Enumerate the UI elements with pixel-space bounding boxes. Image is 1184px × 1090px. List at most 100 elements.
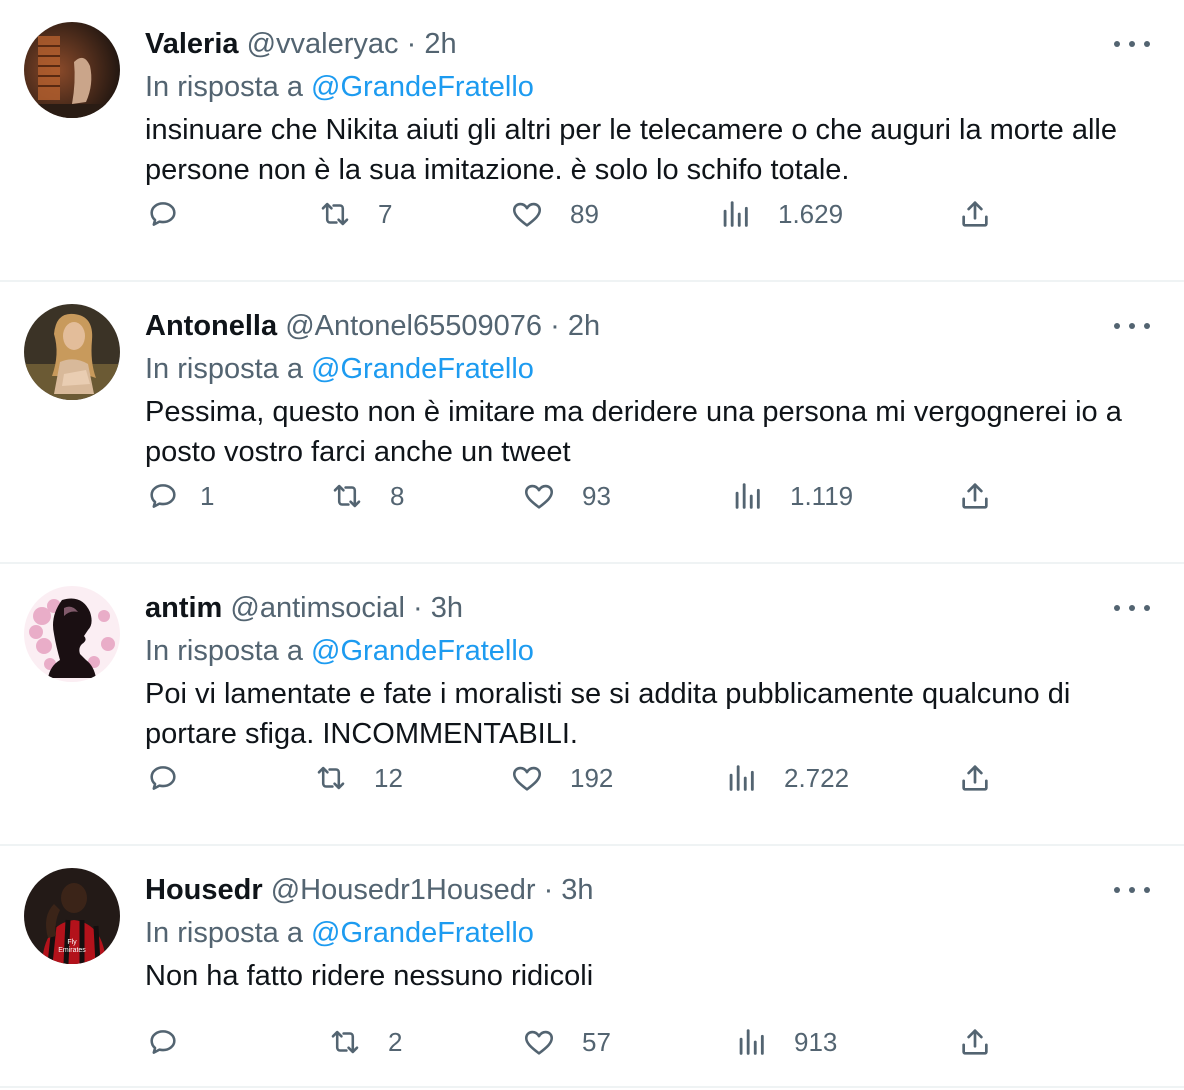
- tweet-header: Valeria @vvaleryac · 2h: [145, 24, 457, 64]
- like-button[interactable]: 57: [522, 1018, 611, 1066]
- heart-icon: [524, 1030, 554, 1055]
- reply-prefix: In risposta a: [145, 635, 303, 667]
- heart-icon: [524, 484, 554, 509]
- retweet-icon: [331, 1030, 359, 1054]
- display-name[interactable]: Antonella: [145, 310, 277, 342]
- reply-to-link[interactable]: @GrandeFratello: [311, 353, 534, 385]
- avatar-image: [24, 22, 120, 118]
- reply-icon: [150, 1030, 176, 1054]
- retweet-icon: [317, 766, 345, 790]
- views-button[interactable]: 2.722: [724, 754, 849, 802]
- reply-button[interactable]: 1: [146, 472, 214, 520]
- like-count: 93: [582, 480, 611, 511]
- reply-prefix: In risposta a: [145, 71, 303, 103]
- like-button[interactable]: 192: [510, 754, 613, 802]
- view-count: 1.119: [790, 480, 854, 511]
- reply-feed: Valeria @vvaleryac · 2h In risposta a @G…: [0, 0, 1184, 1090]
- more-options-icon[interactable]: [1114, 880, 1150, 900]
- retweet-button[interactable]: 7: [318, 190, 392, 238]
- tweet[interactable]: Valeria @vvaleryac · 2h In risposta a @G…: [0, 0, 1184, 282]
- view-count: 2.722: [784, 762, 850, 793]
- reply-context: In risposta a @GrandeFratello: [145, 66, 534, 108]
- tweet[interactable]: Antonella @Antonel65509076 · 2h In rispo…: [0, 282, 1184, 564]
- retweet-button[interactable]: 8: [330, 472, 404, 520]
- more-options-icon[interactable]: [1114, 34, 1150, 54]
- display-name[interactable]: Valeria: [145, 28, 239, 60]
- tweet-actions: 12 192 2.722: [0, 754, 1184, 802]
- views-button[interactable]: 1.629: [718, 190, 843, 238]
- avatar-image: Fly Emirates: [24, 868, 120, 964]
- tweet-actions: 7 89 1.629: [0, 190, 1184, 238]
- tweet-header: antim @antimsocial · 3h: [145, 588, 463, 628]
- display-name[interactable]: antim: [145, 592, 222, 624]
- reply-context: In risposta a @GrandeFratello: [145, 348, 534, 390]
- share-button[interactable]: [958, 190, 992, 238]
- tweet-text: Non ha fatto ridere nessuno ridicoli: [145, 960, 594, 992]
- views-icon: [739, 1029, 764, 1055]
- retweet-button[interactable]: 2: [328, 1018, 402, 1066]
- user-handle[interactable]: @Antonel65509076: [285, 310, 542, 342]
- reply-button[interactable]: [146, 754, 206, 802]
- reply-button[interactable]: [146, 1018, 206, 1066]
- reply-prefix: In risposta a: [145, 917, 303, 949]
- display-name[interactable]: Housedr: [145, 874, 263, 906]
- avatar[interactable]: [24, 304, 120, 400]
- views-button[interactable]: 1.119: [730, 472, 853, 520]
- more-options-icon[interactable]: [1114, 316, 1150, 336]
- separator-dot: ·: [550, 310, 560, 342]
- avatar-image: [24, 304, 120, 400]
- share-button[interactable]: [958, 754, 992, 802]
- reply-icon: [150, 766, 176, 790]
- share-button[interactable]: [958, 1018, 992, 1066]
- user-handle[interactable]: @Housedr1Housedr: [271, 874, 536, 906]
- more-options-icon[interactable]: [1114, 598, 1150, 618]
- retweet-count: 7: [378, 198, 393, 229]
- like-button[interactable]: 89: [510, 190, 599, 238]
- separator-dot: ·: [543, 874, 554, 906]
- reply-to-link[interactable]: @GrandeFratello: [311, 635, 534, 667]
- reply-context: In risposta a @GrandeFratello: [145, 630, 534, 672]
- shirt-sponsor-logo: Fly: [67, 939, 77, 946]
- tweet[interactable]: Fly Emirates Housedr @Housedr1Housedr · …: [0, 846, 1184, 1090]
- timestamp[interactable]: 3h: [561, 874, 593, 906]
- reply-icon: [150, 202, 176, 226]
- views-icon: [723, 201, 748, 227]
- views-button[interactable]: 913: [734, 1018, 837, 1066]
- reply-button[interactable]: [146, 190, 206, 238]
- timestamp[interactable]: 3h: [431, 592, 463, 624]
- user-handle[interactable]: @vvaleryac: [247, 28, 399, 60]
- avatar[interactable]: [24, 22, 120, 118]
- reply-prefix: In risposta a: [145, 353, 303, 385]
- heart-icon: [512, 202, 542, 227]
- tweet-text: Pessima, questo non è imitare ma derider…: [145, 396, 1122, 468]
- retweet-button[interactable]: 12: [314, 754, 403, 802]
- separator-dot: ·: [412, 592, 423, 624]
- avatar[interactable]: [24, 586, 120, 682]
- share-icon: [962, 201, 988, 227]
- retweet-icon: [333, 484, 361, 508]
- share-icon: [962, 765, 988, 791]
- separator-dot: ·: [406, 28, 417, 60]
- like-count: 57: [582, 1026, 611, 1057]
- tweet-actions: 1 8 93 1.119: [0, 472, 1184, 520]
- view-count: 1.629: [778, 198, 844, 229]
- retweet-count: 2: [388, 1026, 403, 1057]
- share-button[interactable]: [958, 472, 992, 520]
- tweet-actions: 2 57 913: [0, 1018, 1184, 1066]
- avatar[interactable]: Fly Emirates: [24, 868, 120, 964]
- tweet-text: Poi vi lamentate e fate i moralisti se s…: [145, 678, 1071, 750]
- retweet-count: 12: [374, 762, 403, 793]
- timestamp[interactable]: 2h: [424, 28, 456, 60]
- tweet[interactable]: antim @antimsocial · 3h In risposta a @G…: [0, 564, 1184, 846]
- reply-to-link[interactable]: @GrandeFratello: [311, 71, 534, 103]
- retweet-count: 8: [390, 480, 405, 511]
- reply-to-link[interactable]: @GrandeFratello: [311, 917, 534, 949]
- reply-count: 1: [200, 480, 215, 511]
- tweet-header: Antonella @Antonel65509076 · 2h: [145, 306, 600, 346]
- timestamp[interactable]: 2h: [568, 310, 600, 342]
- like-count: 89: [570, 198, 599, 229]
- like-button[interactable]: 93: [522, 472, 611, 520]
- views-icon: [729, 765, 754, 791]
- avatar-image: [24, 586, 120, 682]
- user-handle[interactable]: @antimsocial: [230, 592, 405, 624]
